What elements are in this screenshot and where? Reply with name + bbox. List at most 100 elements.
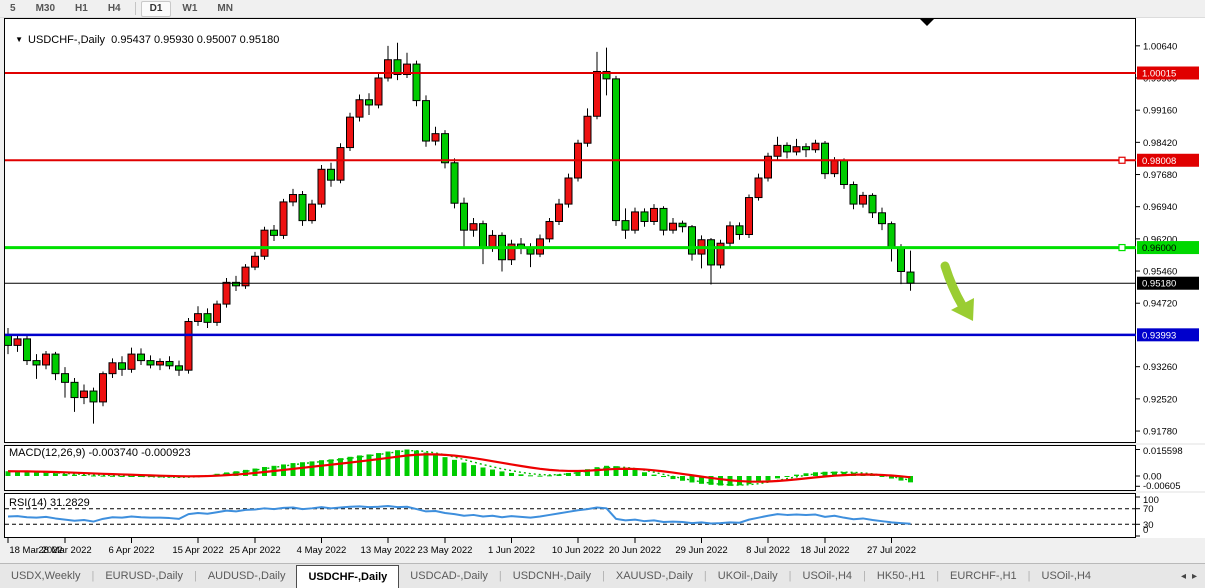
macd-histogram-bar bbox=[480, 467, 486, 476]
macd-histogram-bar bbox=[509, 472, 514, 476]
candle-up bbox=[555, 203, 563, 222]
candle-down bbox=[688, 226, 696, 255]
date-tick-label: 4 May 2022 bbox=[297, 545, 347, 556]
main-panel-bg bbox=[4, 18, 1205, 443]
macd-histogram-bar bbox=[357, 455, 362, 476]
candle-up bbox=[773, 144, 782, 157]
candle-up bbox=[251, 255, 259, 268]
hline-handle[interactable] bbox=[1118, 156, 1126, 164]
candle-up bbox=[308, 203, 316, 222]
date-tick-label: 23 May 2022 bbox=[418, 545, 473, 556]
chart-tab-usoil-h4[interactable]: USOil-,H4 bbox=[792, 564, 864, 588]
date-tick-label: 8 Jul 2022 bbox=[746, 545, 790, 556]
candle-down bbox=[450, 162, 459, 204]
chart-dropdown-icon[interactable]: ▼ bbox=[15, 35, 23, 44]
chart-tab-audusd-daily[interactable]: AUDUSD-,Daily bbox=[197, 564, 297, 588]
chart-tab-hk50-h1[interactable]: HK50-,H1 bbox=[866, 564, 936, 588]
chart-tab-usdcad-daily[interactable]: USDCAD-,Daily bbox=[399, 564, 499, 588]
candle-up bbox=[545, 220, 554, 240]
date-tick-label: 25 Apr 2022 bbox=[229, 545, 280, 556]
macd-histogram-bar bbox=[338, 458, 343, 476]
macd-histogram-bar bbox=[91, 475, 96, 477]
hline-handle[interactable] bbox=[1118, 243, 1126, 252]
macd-histogram-bar bbox=[404, 449, 410, 476]
candle-down bbox=[89, 390, 98, 403]
macd-histogram-bar bbox=[62, 473, 68, 476]
candle-up bbox=[859, 194, 867, 205]
macd-histogram-bar bbox=[385, 451, 391, 476]
macd-histogram-bar bbox=[309, 461, 315, 476]
chart-canvas[interactable]: 1.006400.999000.991600.984200.976800.969… bbox=[0, 0, 1205, 563]
candle-down bbox=[61, 373, 69, 383]
macd-histogram-bar bbox=[765, 476, 771, 481]
macd-histogram-bar bbox=[366, 454, 372, 476]
chart-tabbar: USDX,Weekly | EURUSD-,Daily | AUDUSD-,Daily U… bbox=[0, 563, 1205, 588]
candle-up bbox=[156, 360, 164, 366]
candle-up bbox=[593, 70, 601, 117]
candle-up bbox=[745, 197, 753, 236]
chart-tab-usdcnh-daily[interactable]: USDCNH-,Daily bbox=[502, 564, 602, 588]
candle-up bbox=[13, 338, 22, 346]
price-tick-label: 0.91780 bbox=[1143, 427, 1177, 438]
candle-down bbox=[412, 63, 421, 102]
candle-down bbox=[897, 247, 905, 272]
candle-down bbox=[165, 360, 174, 367]
macd-histogram-bar bbox=[43, 472, 49, 476]
chart-tab-eurchf-h1[interactable]: EURCHF-,H1 bbox=[939, 564, 1028, 588]
chart-ohlc-values: 0.95437 0.95930 0.95007 0.95180 bbox=[111, 34, 280, 46]
candle-up bbox=[260, 229, 269, 257]
rsi-axis-label: 0 bbox=[1143, 525, 1148, 536]
candle-down bbox=[735, 225, 744, 236]
date-tick-label: 6 Apr 2022 bbox=[109, 545, 155, 556]
tab-scroll-left-icon[interactable]: ◂ bbox=[1181, 571, 1186, 582]
candle-up bbox=[80, 390, 88, 399]
tab-scroll-controls: ◂ ▸ bbox=[1173, 564, 1205, 588]
macd-histogram-bar bbox=[328, 459, 334, 476]
candle-up bbox=[213, 303, 221, 323]
macd-indicator-title: MACD(12,26,9) -0.003740 -0.000923 bbox=[9, 447, 191, 459]
candle-up bbox=[127, 353, 136, 370]
price-tick-label: 0.96940 bbox=[1143, 202, 1177, 213]
chart-tab-usdchf-daily[interactable]: USDCHF-,Daily bbox=[296, 565, 400, 588]
tab-scroll-right-icon[interactable]: ▸ bbox=[1192, 571, 1197, 582]
candle-down bbox=[906, 271, 915, 284]
chart-tab-usoil-h4[interactable]: USOil-,H4 bbox=[1031, 564, 1103, 588]
price-tick-label: 0.95460 bbox=[1143, 267, 1177, 278]
price-tick-label: 1.00640 bbox=[1143, 41, 1177, 52]
candle-down bbox=[678, 222, 687, 228]
chart-tab-xauusd-daily[interactable]: XAUUSD-,Daily bbox=[605, 564, 704, 588]
macd-histogram-bar bbox=[537, 475, 543, 477]
macd-histogram-bar bbox=[784, 476, 790, 477]
date-axis: 18 Mar 202228 Mar 2022 6 Apr 2022 15 Apr 2… bbox=[7, 538, 916, 556]
candle-up bbox=[583, 115, 592, 144]
macd-histogram-bar bbox=[651, 474, 657, 476]
chart-tab-usdx-weekly[interactable]: USDX,Weekly bbox=[0, 564, 91, 588]
candle-down bbox=[365, 99, 373, 106]
candle-down bbox=[707, 239, 715, 266]
candle-up bbox=[754, 177, 763, 199]
chart-tab-ukoil-daily[interactable]: UKOil-,Daily bbox=[707, 564, 789, 588]
candle-up bbox=[469, 223, 478, 231]
price-tick-label: 0.94720 bbox=[1143, 299, 1177, 310]
candle-down bbox=[51, 353, 60, 375]
candle-down bbox=[118, 362, 126, 370]
candle-down bbox=[422, 100, 430, 142]
rsi-axis-label: 70 bbox=[1143, 504, 1154, 515]
macd-histogram-bar bbox=[376, 453, 381, 476]
price-line-label: 0.95180 bbox=[1142, 279, 1176, 290]
candle-down bbox=[175, 365, 183, 371]
macd-histogram-bar bbox=[518, 474, 524, 476]
date-tick-label: 29 Jun 2022 bbox=[675, 545, 727, 556]
candle-down bbox=[70, 381, 79, 399]
macd-histogram-bar bbox=[347, 456, 353, 476]
price-tick-label: 0.99160 bbox=[1143, 106, 1177, 117]
candle-up bbox=[289, 194, 297, 203]
price-line-label: 1.00015 bbox=[1142, 69, 1176, 80]
macd-histogram-bar bbox=[775, 476, 780, 479]
chart-tab-eurusd-daily[interactable]: EURUSD-,Daily bbox=[94, 564, 194, 588]
candle-down bbox=[887, 223, 896, 249]
candle-up bbox=[726, 225, 734, 244]
macd-histogram-bar bbox=[81, 474, 87, 476]
chart-symbol-label: USDCHF-,Daily bbox=[28, 34, 106, 46]
macd-histogram-bar bbox=[879, 476, 885, 477]
